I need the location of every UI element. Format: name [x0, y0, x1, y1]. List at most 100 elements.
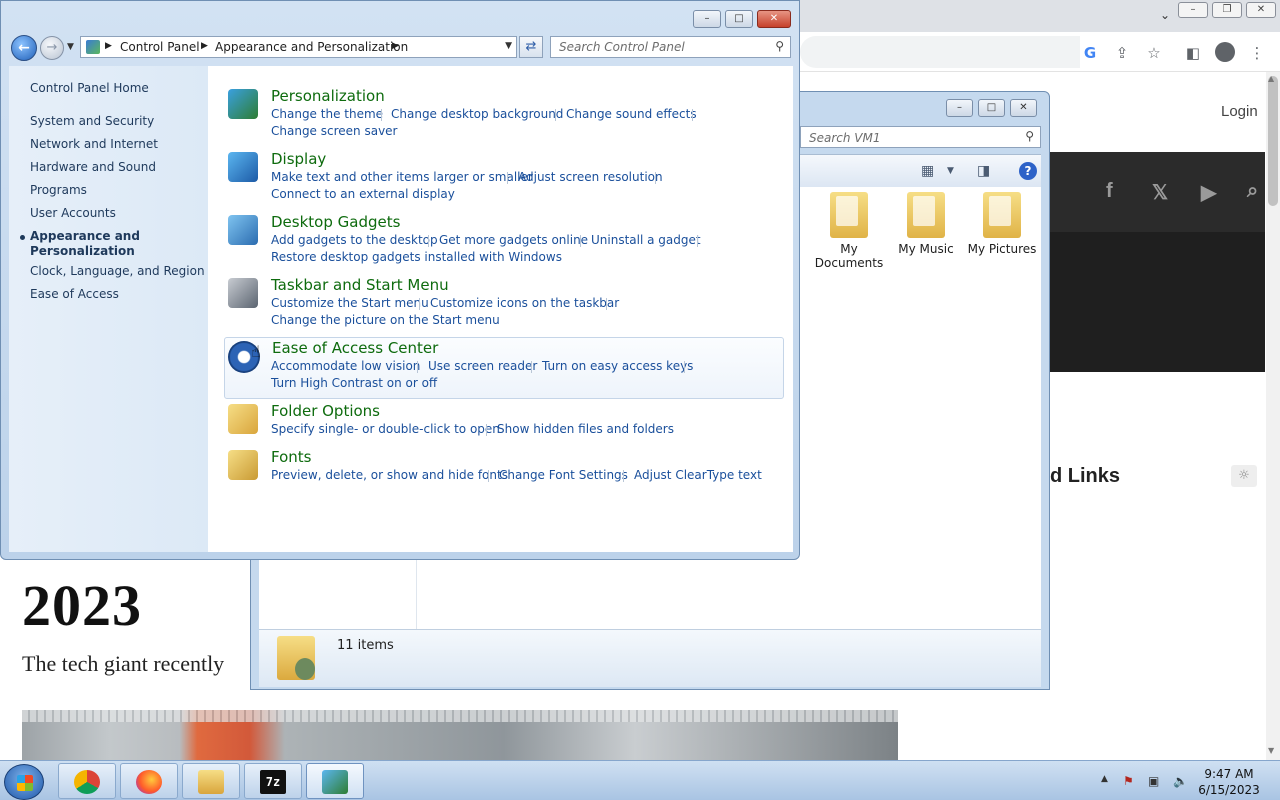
task-separator [684, 361, 685, 373]
nav-hardware-and-sound[interactable]: Hardware and Sound [30, 160, 156, 174]
browser-menu-icon[interactable]: ⋮ [1248, 44, 1266, 62]
address-dropdown-chevron-icon[interactable]: ▼ [505, 41, 512, 51]
task-link[interactable]: Specify single- or double-click to open [271, 422, 500, 436]
nav-user-accounts[interactable]: User Accounts [30, 206, 116, 220]
taskbar-firefox-button[interactable] [120, 763, 178, 799]
action-center-flag-icon[interactable]: ⚑ [1123, 774, 1134, 788]
back-button[interactable]: ← [11, 35, 37, 61]
profile-avatar[interactable] [1215, 42, 1235, 62]
task-link[interactable]: Change desktop background [391, 107, 563, 121]
task-link[interactable]: Get more gadgets online [439, 233, 588, 247]
view-dropdown-chevron-icon[interactable]: ▼ [947, 166, 954, 176]
task-link[interactable]: Add gadgets to the desktop [271, 233, 438, 247]
nav-appearance-and-personalization[interactable]: Appearance and Personalization [30, 229, 150, 259]
cp-maximize-button[interactable]: □ [725, 10, 753, 28]
task-link[interactable]: Customize the Start menu [271, 296, 429, 310]
explorer-maximize-button[interactable]: □ [978, 99, 1005, 117]
browser-close-button[interactable]: ✕ [1246, 2, 1276, 18]
share-icon[interactable]: ⇪ [1113, 44, 1131, 62]
explorer-minimize-button[interactable]: – [946, 99, 973, 117]
breadcrumb-appearance[interactable]: Appearance and Personalization [215, 40, 408, 54]
show-hidden-icons-chevron-icon[interactable]: ▲ [1101, 774, 1108, 784]
volume-muted-icon[interactable]: 🔈 [1173, 774, 1188, 788]
task-link[interactable]: Adjust screen resolution [518, 170, 663, 184]
scroll-down-icon[interactable]: ▼ [1268, 746, 1274, 755]
browser-scrollbar-thumb[interactable] [1268, 76, 1278, 206]
breadcrumb-arrow-icon[interactable]: ▶ [105, 41, 112, 51]
preview-pane-icon[interactable]: ◨ [977, 163, 990, 179]
tab-search-chevron-icon[interactable]: ⌄ [1160, 8, 1170, 22]
nav-ease-of-access[interactable]: Ease of Access [30, 287, 119, 301]
task-link[interactable]: Customize icons on the taskbar [430, 296, 619, 310]
category-title[interactable]: Desktop Gadgets [271, 213, 400, 231]
google-icon[interactable]: G [1081, 44, 1099, 62]
nav-control-panel-home[interactable]: Control Panel Home [30, 81, 149, 95]
task-link[interactable]: Uninstall a gadget [591, 233, 701, 247]
taskbar-7zip-button[interactable]: 7z [244, 763, 302, 799]
nav-programs[interactable]: Programs [30, 183, 87, 197]
category-title[interactable]: Display [271, 150, 326, 168]
task-link[interactable]: Change the theme [271, 107, 383, 121]
task-link[interactable]: Change screen saver [271, 124, 398, 138]
task-link[interactable]: Preview, delete, or show and hide fonts [271, 468, 508, 482]
system-clock[interactable]: 9:47 AM 6/15/2023 [1196, 766, 1262, 798]
site-search-icon[interactable]: ⌕ [1247, 180, 1258, 203]
cp-minimize-button[interactable]: – [693, 10, 721, 28]
folder-my-music[interactable]: My Music [888, 192, 964, 256]
category-title[interactable]: Taskbar and Start Menu [271, 276, 449, 294]
network-icon[interactable]: ▣ [1148, 774, 1159, 788]
task-link[interactable]: Restore desktop gadgets installed with W… [271, 250, 562, 264]
task-link[interactable]: Connect to an external display [271, 187, 455, 201]
login-link[interactable]: Login [1221, 103, 1258, 120]
nav-clock-language-region[interactable]: Clock, Language, and Region [30, 264, 205, 278]
cp-close-button[interactable]: ✕ [757, 10, 791, 28]
explorer-close-button[interactable]: ✕ [1010, 99, 1037, 117]
scroll-up-icon[interactable]: ▲ [1268, 74, 1274, 83]
facebook-icon[interactable]: f [1106, 180, 1113, 203]
forward-button[interactable]: → [40, 36, 64, 60]
search-icon[interactable]: ⚲ [1025, 129, 1034, 143]
category-title[interactable]: Fonts [271, 448, 311, 466]
help-icon[interactable]: ? [1019, 162, 1037, 180]
side-panel-icon[interactable]: ◧ [1184, 44, 1202, 62]
task-link[interactable]: Adjust ClearType text [634, 468, 762, 482]
task-link[interactable]: Use screen reader [428, 359, 537, 373]
taskbar-control-panel-button[interactable] [306, 763, 364, 799]
folder-my-pictures[interactable]: My Pictures [964, 192, 1040, 256]
change-view-icon[interactable]: ▦ [921, 163, 934, 179]
theme-toggle-icon[interactable]: ☼ [1231, 465, 1257, 487]
taskbar-chrome-button[interactable] [58, 763, 116, 799]
browser-minimize-button[interactable]: – [1178, 2, 1208, 18]
task-link[interactable]: Show hidden files and folders [497, 422, 674, 436]
search-icon[interactable]: ⚲ [775, 39, 784, 53]
breadcrumb-arrow-icon[interactable]: ▶ [392, 41, 399, 51]
refresh-button[interactable]: ⇄ [519, 36, 543, 58]
category-title[interactable]: Folder Options [271, 402, 380, 420]
task-link[interactable]: Accommodate low vision [271, 359, 420, 373]
youtube-icon[interactable]: ▶ [1201, 180, 1216, 205]
category-title[interactable]: Personalization [271, 87, 385, 105]
nav-network-and-internet[interactable]: Network and Internet [30, 137, 158, 151]
category-title[interactable]: Ease of Access Center [272, 339, 438, 357]
browser-restore-button[interactable]: ❐ [1212, 2, 1242, 18]
folder-my-documents[interactable]: My Documents [811, 192, 887, 270]
task-link[interactable]: Make text and other items larger or smal… [271, 170, 533, 184]
recent-pages-chevron-icon[interactable]: ▼ [67, 42, 74, 52]
breadcrumb-arrow-icon[interactable]: ▶ [201, 41, 208, 51]
task-link[interactable]: Turn High Contrast on or off [271, 376, 437, 390]
browser-address-bar[interactable] [800, 36, 1080, 68]
task-link[interactable]: Turn on easy access keys [542, 359, 693, 373]
twitter-icon[interactable]: 𝕏 [1152, 180, 1168, 205]
taskbar-explorer-button[interactable] [182, 763, 240, 799]
breadcrumb-control-panel[interactable]: Control Panel [120, 40, 200, 54]
category-ease-of-access-center[interactable]: Ease of Access Center Accommodate low vi… [224, 337, 784, 399]
task-link[interactable]: Change Font Settings [499, 468, 628, 482]
bookmark-star-icon[interactable]: ☆ [1145, 44, 1163, 62]
task-link[interactable]: Change sound effects [566, 107, 697, 121]
start-button[interactable] [4, 764, 44, 800]
nav-system-and-security[interactable]: System and Security [30, 114, 154, 128]
explorer-search-input[interactable]: Search VM1 ⚲ [800, 126, 1041, 148]
address-bar[interactable]: ▶ Control Panel ▶ Appearance and Persona… [80, 36, 517, 58]
cp-search-input[interactable]: Search Control Panel ⚲ [550, 36, 791, 58]
task-link[interactable]: Change the picture on the Start menu [271, 313, 500, 327]
